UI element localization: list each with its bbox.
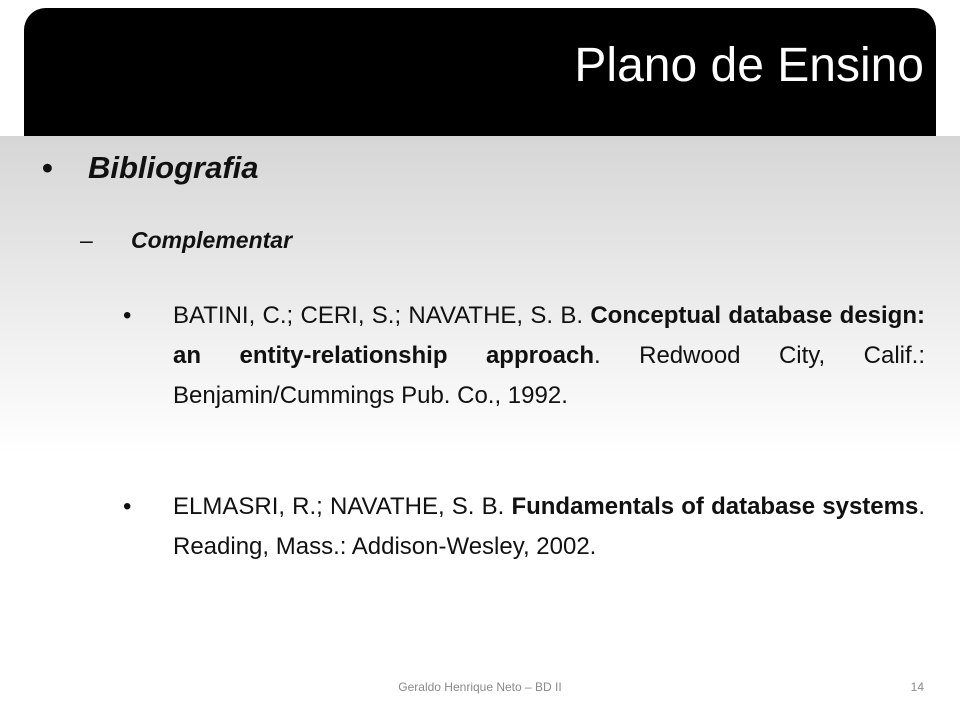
heading-text: Bibliografia xyxy=(88,150,259,185)
subheading-text: Complementar xyxy=(131,227,293,253)
reference-authors: BATINI, C.; CERI, S.; NAVATHE, S. B. xyxy=(173,302,591,329)
reference-authors: ELMASRI, R.; NAVATHE, S. B. xyxy=(173,493,512,520)
reference-item: • ELMASRI, R.; NAVATHE, S. B. Fundamenta… xyxy=(123,487,925,567)
dash-icon: – xyxy=(80,227,93,253)
page-number: 14 xyxy=(910,680,924,694)
reference-title: Fundamentals of database systems xyxy=(511,493,919,520)
reference-item: • BATINI, C.; CERI, S.; NAVATHE, S. B. C… xyxy=(123,296,925,416)
bullet-icon: • xyxy=(42,150,53,185)
bullet-icon: • xyxy=(123,302,132,329)
slide-footer: Geraldo Henrique Neto – BD II xyxy=(398,680,562,694)
bullet-icon: • xyxy=(123,493,132,520)
title-bar: Plano de Ensino xyxy=(24,8,936,136)
slide-title: Plano de Ensino xyxy=(574,39,924,92)
